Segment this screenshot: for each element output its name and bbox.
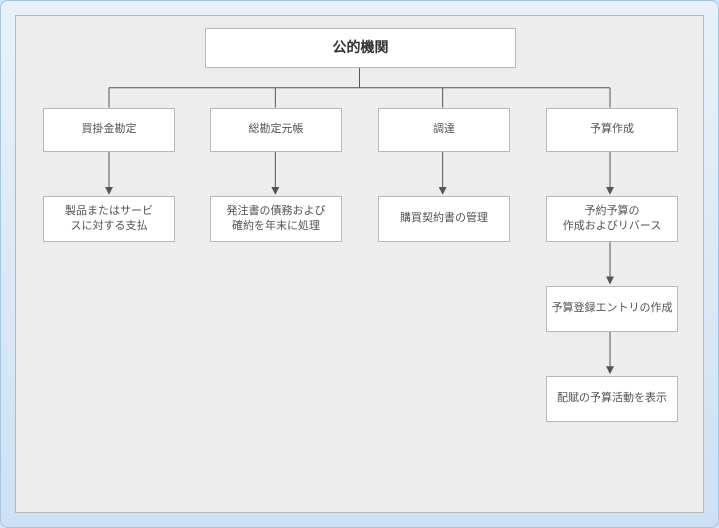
node-procurement: 調達 — [378, 108, 510, 152]
node-budgeting: 予算作成 — [546, 108, 678, 152]
connector-lines — [16, 16, 703, 512]
node-general-ledger: 総勘定元帳 — [210, 108, 342, 152]
outer-frame: 公的機関 買掛金勘定 総勘定元帳 調達 予算作成 製品またはサービ スに対する支… — [0, 0, 719, 528]
node-ap-step1: 製品またはサービ スに対する支払 — [43, 196, 175, 242]
node-accounts-payable: 買掛金勘定 — [43, 108, 175, 152]
diagram-panel: 公的機関 買掛金勘定 総勘定元帳 調達 予算作成 製品またはサービ スに対する支… — [15, 15, 704, 513]
node-budget-step2: 予算登録エントリの作成 — [546, 286, 678, 332]
node-budget-step1: 予約予算の 作成およびリバース — [546, 196, 678, 242]
node-proc-step1: 購買契約書の管理 — [378, 196, 510, 242]
node-gl-step1: 発注書の債務および 確約を年末に処理 — [210, 196, 342, 242]
node-root: 公的機関 — [205, 28, 516, 68]
node-budget-step3: 配賦の予算活動を表示 — [546, 376, 678, 422]
